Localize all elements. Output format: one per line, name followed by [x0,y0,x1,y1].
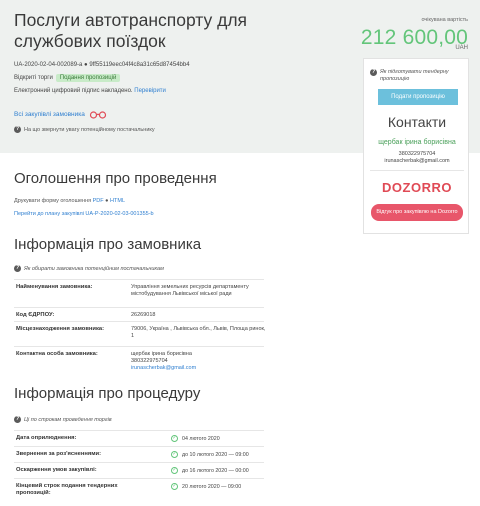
customer-info-title: Інформація про замовника [14,236,202,253]
row-value: 26269018 [131,312,156,318]
status-badge: Подання пропозицій [55,74,121,82]
table-row: Звернення за роз'ясненнями: ✓ до 10 люто… [14,446,264,462]
divider [370,170,464,171]
dozorro-review-button[interactable]: Відгук про закупівлю на Dozorro [371,204,463,221]
question-icon: ? [370,69,377,76]
contact-email: irunascherbak@gmail.com [384,158,450,164]
date-value: до 16 лютого 2020 — 00:00 [182,467,249,474]
date-value: 20 лютого 2020 — 09:00 [182,483,242,490]
announcement-title: Оголошення про проведення [14,170,217,187]
contact-person-email[interactable]: irunascherbak@gmail.com [131,365,266,372]
table-row: Кінцевий строк подання тендерних пропози… [14,478,264,502]
print-form-row: Друкувати форму оголошення PDF ● HTML [14,198,125,204]
customer-note[interactable]: ? Як обирати замовника потенційним поста… [14,265,164,272]
table-row: Контактна особа замовника: щербак ірина … [14,346,264,378]
procedure-note[interactable]: ? Ці по строкам проведення торгів [14,416,112,423]
contact-phone: 380322975704 [398,151,436,157]
procedure-note-text: Ці по строкам проведення торгів [24,416,112,423]
row-key: Звернення за роз'ясненнями: [16,451,102,457]
page-title: Послуги автотранспорту для службових пої… [14,10,248,51]
date-value: до 10 лютого 2020 — 09:00 [182,451,249,458]
row-value: ✓ до 16 лютого 2020 — 00:00 [171,467,249,474]
table-row: Оскарження умов закупівлі: ✓ до 16 лютог… [14,462,264,478]
glasses-icon[interactable] [89,110,107,119]
row-key: Кінцевий строк подання тендерних пропози… [16,483,118,496]
table-row: Код ЄДРПОУ: 26269018 [14,307,264,322]
row-value: ✓ 20 лютого 2020 — 09:00 [171,483,241,490]
date-value: 04 лютого 2020 [182,435,220,442]
row-key: Дата оприлюднення: [16,435,77,441]
row-key: Контактна особа замовника: [16,351,98,357]
row-value: ✓ до 10 лютого 2020 — 09:00 [171,451,249,458]
status-row: Відкриті торги Подання пропозицій [14,74,121,82]
row-key: Оскарження умов закупівлі: [16,467,97,473]
print-pdf-link[interactable]: PDF [93,198,104,204]
contact-name: щербак ірина борисівна [378,139,456,146]
how-to-prepare-note[interactable]: ? Як підготувати тендерну пропозицію [370,69,464,83]
print-form-label: Друкувати форму оголошення [14,198,92,204]
attention-note[interactable]: ? На що звернути увагу потенційному пост… [14,126,155,133]
sidebar-card: ? Як підготувати тендерну пропозицію Под… [363,58,469,234]
procedure-info-title: Інформація про процедуру [14,385,201,402]
plan-row: Перейти до плану закупівлі UA-P-2020-02-… [14,211,154,217]
table-row: Місцезнаходження замовника: 79006, Украї… [14,321,266,347]
check-icon: ✓ [171,483,178,490]
check-icon: ✓ [171,435,178,442]
question-icon: ? [14,126,21,133]
question-icon: ? [14,265,21,272]
tender-id: UA-2020-02-04-002089-a ● 9ff55119eec04f4… [14,62,190,68]
verify-signature-link[interactable]: Перевірити [134,88,166,94]
table-row: Дата оприлюднення: ✓ 04 лютого 2020 [14,430,264,446]
row-value: Управління земельних ресурсів департамен… [131,284,249,297]
attention-text: На що звернути увагу потенційному постач… [24,126,155,133]
currency: UAH [455,45,468,51]
row-key: Код ЄДРПОУ: [16,312,55,318]
customer-tenders-row: Всі закупівлі замовника [14,110,107,119]
row-key: Найменування замовника: [16,284,93,290]
check-icon: ✓ [171,451,178,458]
submit-proposal-button[interactable]: Подати пропозицію [378,89,458,105]
all-customer-tenders-link[interactable]: Всі закупівлі замовника [14,111,85,118]
procedure-type: Відкриті торги [14,75,53,81]
contacts-title: Контакти [387,114,447,130]
signature-text: Електронний цифровий підпис накладено. [14,88,133,94]
check-icon: ✓ [171,467,178,474]
dozorro-logo: DOZORRO [382,180,452,195]
customer-note-text: Як обирати замовника потенційним постача… [24,265,164,272]
procurement-plan-link[interactable]: Перейти до плану закупівлі UA-P-2020-02-… [14,211,154,217]
contact-person-phone: 380322975704 [131,358,168,364]
expected-value: 212 600,00 [360,26,468,49]
how-to-prepare-text: Як підготувати тендерну пропозицію [380,69,449,82]
contact-person-name: щербак ірина борисівна [131,351,192,357]
question-icon: ? [14,416,21,423]
signature-row: Електронний цифровий підпис накладено. П… [14,88,166,94]
print-html-link[interactable]: HTML [110,198,125,204]
print-separator: ● [105,198,109,204]
row-value: щербак ірина борисівна 380322975704 irun… [131,351,266,372]
row-value: ✓ 04 лютого 2020 [171,435,220,442]
value-label: очікувана вартість [421,17,468,23]
row-key: Місцезнаходження замовника: [16,326,105,332]
row-value: 79006, Україна , Львівська обл., Львів, … [131,326,266,339]
table-row: Найменування замовника: Управління земел… [14,279,264,307]
